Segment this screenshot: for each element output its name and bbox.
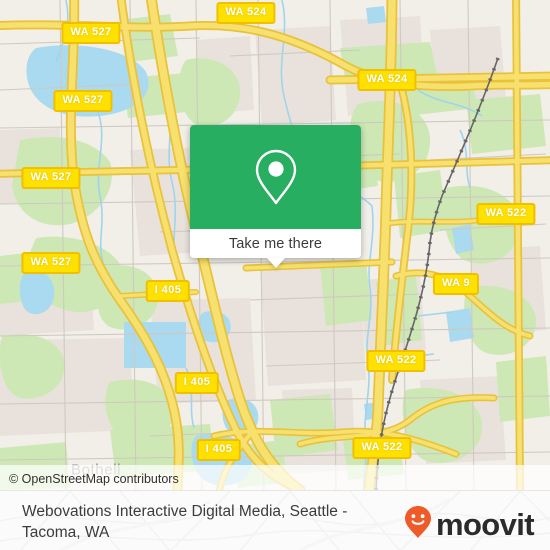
highway-shield: WA 522 bbox=[366, 350, 426, 372]
highway-shield: WA 524 bbox=[216, 2, 276, 24]
moovit-map-screenshot: WA 524 WA 527 WA 524 WA 527 WA 527 WA 52… bbox=[0, 0, 550, 550]
page-title: Webovations Interactive Digital Media, S… bbox=[22, 503, 348, 541]
highway-shield: I 405 bbox=[174, 372, 220, 394]
highway-shield: I 405 bbox=[145, 280, 191, 302]
highway-shield: WA 527 bbox=[53, 90, 113, 112]
popup-header bbox=[190, 125, 361, 229]
moovit-logo[interactable]: moovit bbox=[403, 505, 535, 544]
highway-shield: WA 9 bbox=[432, 273, 480, 295]
highway-shield: WA 522 bbox=[476, 203, 536, 225]
moovit-pin-icon bbox=[403, 505, 433, 544]
take-me-there-label: Take me there bbox=[228, 235, 323, 252]
location-popup-card[interactable]: Take me there bbox=[190, 125, 361, 268]
popup-pointer-tail bbox=[266, 258, 285, 268]
footer-bar: Webovations Interactive Digital Media, S… bbox=[0, 490, 550, 550]
highway-shield: WA 527 bbox=[61, 22, 121, 44]
osm-attribution[interactable]: © OpenStreetMap contributors bbox=[9, 472, 179, 486]
highway-shield: WA 527 bbox=[21, 252, 81, 274]
popup-action-bar[interactable]: Take me there bbox=[190, 229, 361, 258]
map-canvas[interactable]: WA 524 WA 527 WA 524 WA 527 WA 527 WA 52… bbox=[0, 0, 550, 490]
highway-shield: I 405 bbox=[196, 439, 242, 461]
highway-shield: WA 522 bbox=[352, 437, 412, 459]
moovit-wordmark: moovit bbox=[435, 507, 535, 542]
highway-shield: WA 524 bbox=[357, 69, 417, 91]
map-pin-icon bbox=[253, 148, 299, 206]
highway-shield: WA 527 bbox=[21, 167, 81, 189]
